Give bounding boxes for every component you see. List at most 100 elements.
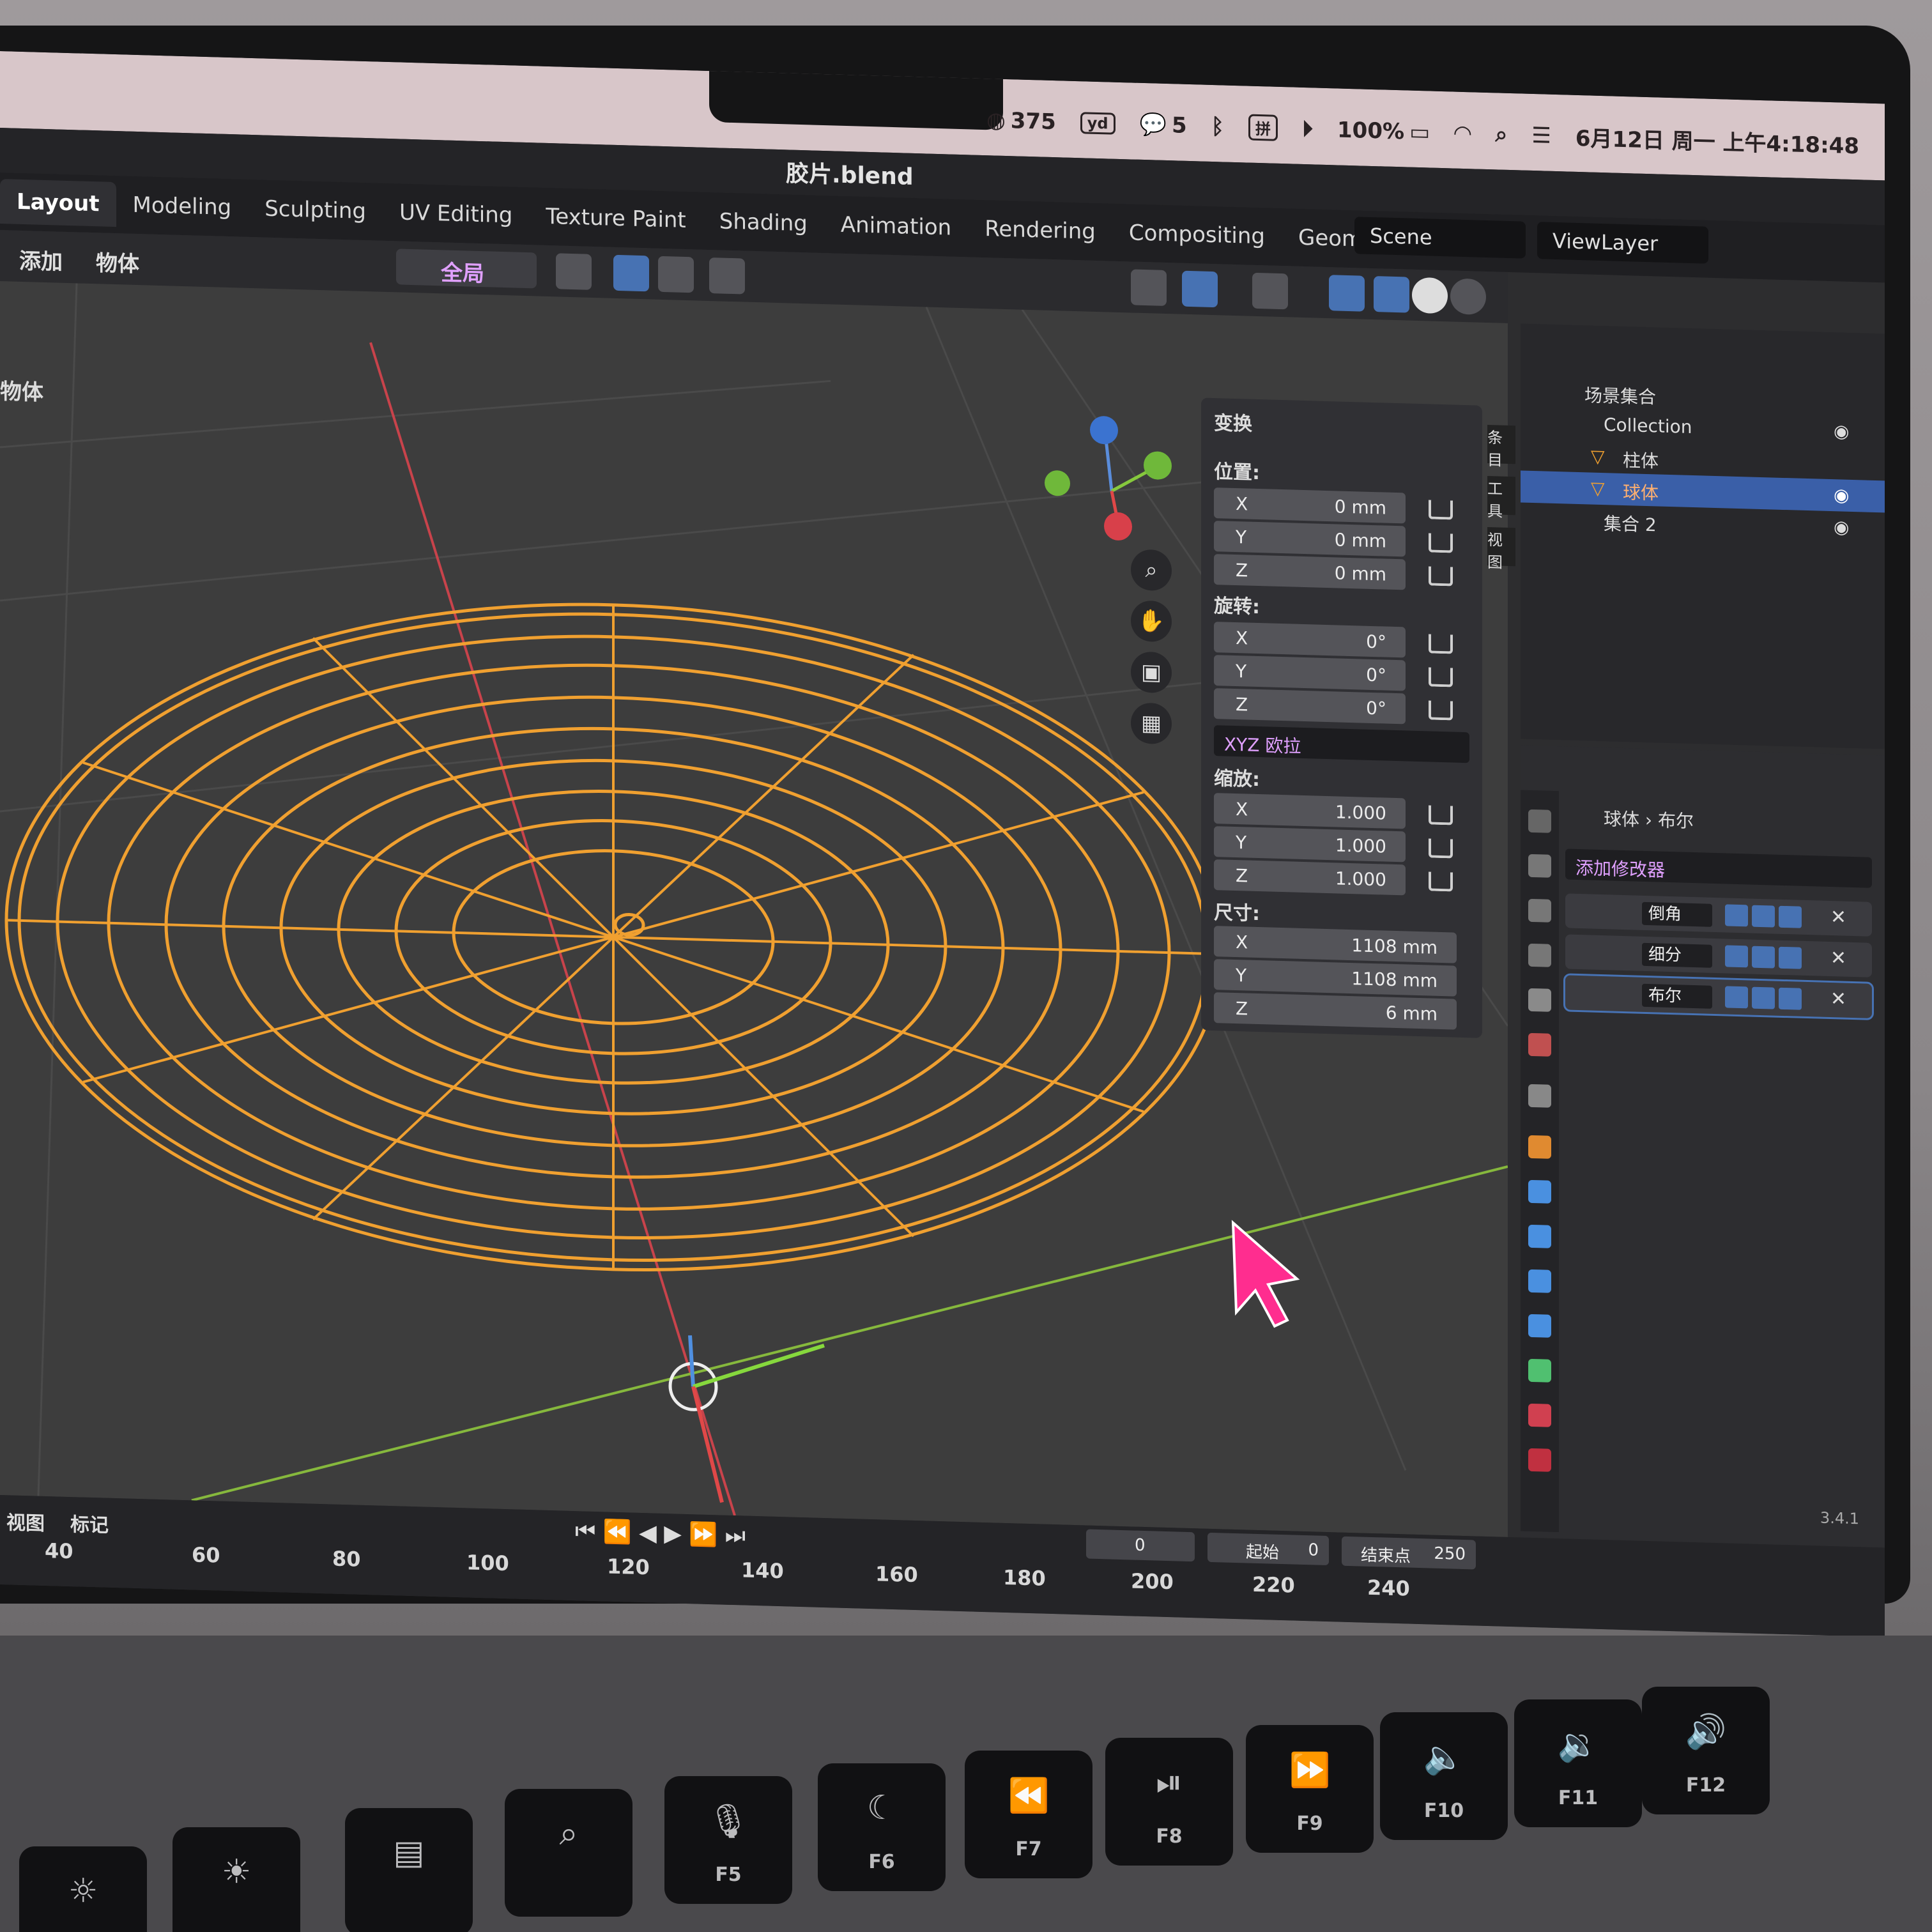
material-tab-icon[interactable] — [1528, 1403, 1551, 1427]
shading-wireframe-icon[interactable] — [1374, 276, 1409, 313]
close-icon[interactable]: ✕ — [1830, 988, 1846, 1011]
tab-texture-paint[interactable]: Texture Paint — [529, 194, 702, 243]
f9-key[interactable]: ⏩ F9 — [1246, 1725, 1374, 1853]
viewport-display-icon[interactable] — [1752, 986, 1775, 1009]
lock-icon[interactable] — [1429, 700, 1453, 721]
location-x-field[interactable]: X0 mm — [1214, 487, 1406, 524]
tab-sculpting[interactable]: Sculpting — [248, 186, 383, 234]
timeline-view-menu[interactable]: 视图 — [6, 1506, 45, 1536]
scale-z-field[interactable]: Z 1.000 — [1214, 859, 1406, 896]
lock-icon[interactable] — [1429, 667, 1453, 687]
lock-icon[interactable] — [1429, 838, 1453, 859]
lock-icon[interactable] — [1429, 500, 1453, 520]
output-tab-icon[interactable] — [1528, 898, 1551, 923]
lock-icon[interactable] — [1429, 533, 1453, 553]
f12-key[interactable]: 🔊 F12 — [1642, 1687, 1770, 1814]
sidebar-tab-view[interactable]: 视图 — [1487, 527, 1515, 572]
eye-icon[interactable]: ◉ — [1834, 516, 1849, 538]
dimension-z-field[interactable]: Z6 mm — [1214, 992, 1457, 1030]
texture-tab-icon[interactable] — [1528, 1448, 1551, 1472]
world-tab-icon[interactable] — [1528, 1032, 1551, 1057]
spotlight-key[interactable]: ⌕ — [505, 1789, 632, 1917]
battery-menu[interactable]: 100% ▭ — [1337, 117, 1430, 145]
mission-control-key[interactable]: ▤ — [345, 1808, 473, 1932]
bluetooth-icon[interactable]: ᛒ — [1211, 113, 1224, 139]
collection-tab-icon[interactable] — [1528, 1084, 1551, 1108]
wifi-icon[interactable]: ◠ — [1454, 120, 1471, 146]
modifier-tab-icon[interactable] — [1528, 1179, 1551, 1204]
f8-key[interactable]: ⏯ F8 — [1105, 1738, 1233, 1866]
tab-uv-editing[interactable]: UV Editing — [383, 190, 529, 238]
sidebar-tab-item[interactable]: 条目 — [1487, 425, 1515, 470]
tab-animation[interactable]: Animation — [824, 202, 968, 250]
tab-layout[interactable]: Layout — [0, 179, 116, 227]
lock-icon[interactable] — [1429, 634, 1453, 654]
spotlight-icon[interactable]: ⌕ — [1495, 121, 1507, 148]
tab-compositing[interactable]: Compositing — [1112, 210, 1282, 259]
brightness-down-key[interactable]: ☼ — [19, 1846, 147, 1932]
lock-icon[interactable] — [1429, 805, 1453, 825]
pivot-icon[interactable] — [556, 253, 592, 290]
viewport-display-icon[interactable] — [1752, 905, 1775, 928]
physics-tab-icon[interactable] — [1528, 1269, 1551, 1293]
tool-tab-icon[interactable] — [1528, 809, 1551, 833]
particles-tab-icon[interactable] — [1528, 1224, 1551, 1248]
gizmo-toggle-icon[interactable] — [1182, 270, 1218, 308]
data-tab-icon[interactable] — [1528, 1358, 1551, 1383]
object-tab-icon[interactable] — [1528, 1135, 1551, 1159]
edit-mode-icon[interactable] — [1725, 904, 1748, 927]
scene-tab-icon[interactable] — [1528, 988, 1551, 1012]
tab-modeling[interactable]: Modeling — [116, 182, 249, 231]
eye-icon[interactable]: ◉ — [1834, 420, 1849, 442]
location-y-field[interactable]: Y0 mm — [1214, 521, 1406, 557]
viewport-display-icon[interactable] — [1752, 946, 1775, 969]
clock[interactable]: 6月12日 周一 上午4:18:48 — [1575, 121, 1859, 160]
wechat-menu[interactable]: 💬 5 — [1140, 111, 1187, 138]
eye-icon[interactable]: ◉ — [1834, 484, 1849, 506]
modifier-subdivision[interactable]: 细分 ✕ — [1565, 934, 1872, 977]
scale-x-field[interactable]: X 1.000 — [1214, 793, 1406, 829]
scene-field[interactable]: Scene — [1354, 217, 1526, 259]
view-layer-field[interactable]: ViewLayer — [1537, 222, 1708, 264]
overlay-icon[interactable] — [1252, 272, 1288, 310]
play-icon[interactable]: ⏵ — [1302, 116, 1313, 141]
rotation-y-field[interactable]: Y 0° — [1214, 655, 1406, 691]
edit-mode-icon[interactable] — [1725, 986, 1748, 1009]
render-display-icon[interactable] — [1779, 987, 1802, 1010]
dimension-y-field[interactable]: Y 1108 mm — [1214, 959, 1457, 997]
snap-increment-icon[interactable] — [658, 256, 694, 293]
axis-gizmo[interactable] — [1045, 415, 1172, 542]
proportional-edit-icon[interactable] — [709, 257, 745, 295]
add-menu[interactable]: 添加 — [19, 243, 63, 276]
end-frame-field[interactable]: 结束点 250 — [1342, 1536, 1476, 1570]
dimension-x-field[interactable]: X 1108 mm — [1214, 926, 1457, 963]
shading-solid-icon[interactable] — [1412, 277, 1448, 314]
orientation-dropdown[interactable]: 全局 — [396, 249, 537, 289]
shading-material-icon[interactable] — [1450, 278, 1486, 315]
current-frame-field[interactable]: 0 — [1086, 1529, 1195, 1562]
rotation-x-field[interactable]: X 0° — [1214, 622, 1406, 658]
tab-rendering[interactable]: Rendering — [968, 206, 1112, 254]
lock-icon[interactable] — [1429, 566, 1453, 586]
modifier-bevel[interactable]: 倒角 ✕ — [1565, 893, 1872, 937]
camera-icon[interactable]: ▣ — [1131, 651, 1172, 694]
control-center-icon[interactable]: ☰ — [1531, 122, 1551, 148]
f6-key[interactable]: ☾ F6 — [818, 1763, 946, 1891]
constraints-tab-icon[interactable] — [1528, 1314, 1551, 1338]
object-menu[interactable]: 物体 — [96, 245, 139, 278]
input-method-menu[interactable]: 拼 — [1248, 114, 1278, 141]
rotation-mode-dropdown[interactable]: XYZ 欧拉 — [1214, 725, 1469, 763]
grid-view-icon[interactable]: ▦ — [1131, 702, 1172, 745]
snap-icon[interactable] — [613, 254, 649, 292]
f10-key[interactable]: 🔈 F10 — [1380, 1712, 1508, 1840]
rotation-z-field[interactable]: Z 0° — [1214, 688, 1406, 724]
playback-controls[interactable]: ⏮ ⏪ ◀ ▶ ⏩ ⏭ — [575, 1517, 746, 1549]
pan-hand-icon[interactable]: ✋ — [1131, 600, 1172, 643]
close-icon[interactable]: ✕ — [1830, 947, 1846, 970]
timeline-marker-menu[interactable]: 标记 — [70, 1508, 109, 1538]
f7-key[interactable]: ⏪ F7 — [965, 1751, 1092, 1878]
close-icon[interactable]: ✕ — [1830, 906, 1846, 929]
render-display-icon[interactable] — [1779, 905, 1802, 928]
brightness-up-key[interactable]: ☀ — [172, 1827, 300, 1932]
sidebar-tab-tool[interactable]: 工具 — [1487, 476, 1515, 521]
